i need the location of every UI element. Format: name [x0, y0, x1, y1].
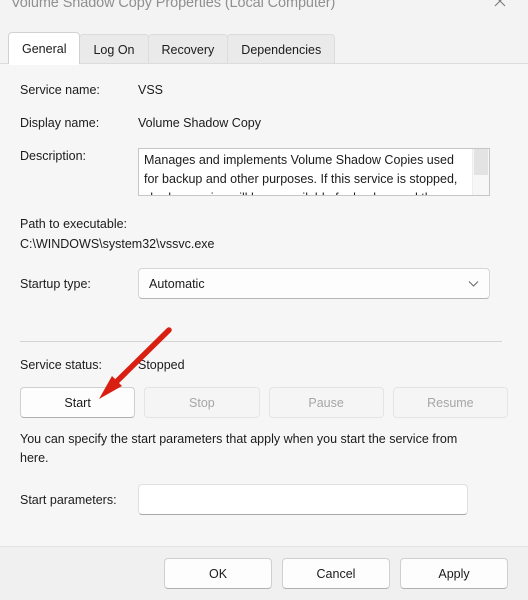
tab-strip: General Log On Recovery Dependencies	[0, 22, 528, 65]
cancel-button[interactable]: Cancel	[282, 558, 390, 589]
description-scrollbar-thumb[interactable]	[474, 149, 488, 175]
display-name-row: Display name: Volume Shadow Copy	[20, 115, 508, 131]
start-button[interactable]: Start	[20, 387, 136, 418]
tab-general[interactable]: General	[8, 32, 81, 65]
start-parameters-hint: You can specify the start parameters tha…	[20, 432, 458, 465]
dialog-footer: OK Cancel Apply	[0, 546, 528, 600]
service-properties-dialog: Volume Shadow Copy Properties (Local Com…	[0, 0, 528, 600]
apply-button[interactable]: Apply	[400, 558, 508, 589]
service-status-value: Stopped	[138, 358, 185, 372]
path-to-executable-label: Path to executable:	[20, 217, 128, 231]
start-parameters-label: Start parameters:	[20, 492, 117, 507]
startup-type-label: Startup type:	[20, 276, 91, 291]
display-name-label: Display name:	[20, 116, 100, 130]
ok-button[interactable]: OK	[164, 558, 272, 589]
path-to-executable-value: C:\WINDOWS\system32\vssvc.exe	[20, 237, 215, 251]
description-row: Description: Manages and implements Volu…	[20, 148, 508, 196]
service-status-label: Service status:	[20, 358, 102, 372]
window-title: Volume Shadow Copy Properties (Local Com…	[11, 0, 336, 11]
close-icon[interactable]	[478, 0, 522, 16]
service-name-value: VSS	[138, 83, 164, 97]
startup-type-dropdown[interactable]: Automatic	[138, 268, 490, 299]
startup-type-value: Automatic	[149, 276, 205, 291]
tab-recovery[interactable]: Recovery	[147, 34, 229, 64]
section-divider	[20, 341, 502, 342]
service-name-row: Service name: VSS	[20, 82, 508, 98]
display-name-value: Volume Shadow Copy	[138, 116, 261, 130]
title-bar: Volume Shadow Copy Properties (Local Com…	[0, 0, 528, 22]
service-status-row: Service status: Stopped	[20, 357, 508, 373]
chevron-down-icon	[468, 280, 479, 287]
tab-log-on[interactable]: Log On	[79, 34, 149, 64]
description-value: Manages and implements Volume Shadow Cop…	[144, 153, 458, 195]
service-name-label: Service name:	[20, 83, 100, 97]
description-textbox[interactable]: Manages and implements Volume Shadow Cop…	[138, 148, 490, 196]
start-parameters-row: Start parameters:	[20, 484, 508, 515]
resume-button: Resume	[392, 387, 508, 418]
service-control-buttons: Start Stop Pause Resume	[20, 387, 508, 418]
tab-dependencies[interactable]: Dependencies	[227, 34, 336, 64]
stop-button: Stop	[144, 387, 260, 418]
description-scrollbar[interactable]	[472, 149, 489, 195]
pause-button: Pause	[268, 387, 384, 418]
description-label: Description:	[20, 149, 86, 163]
start-parameters-input[interactable]	[138, 484, 468, 515]
startup-type-row: Startup type: Automatic	[20, 268, 508, 299]
general-tab-panel: Service name: VSS Display name: Volume S…	[0, 64, 528, 546]
